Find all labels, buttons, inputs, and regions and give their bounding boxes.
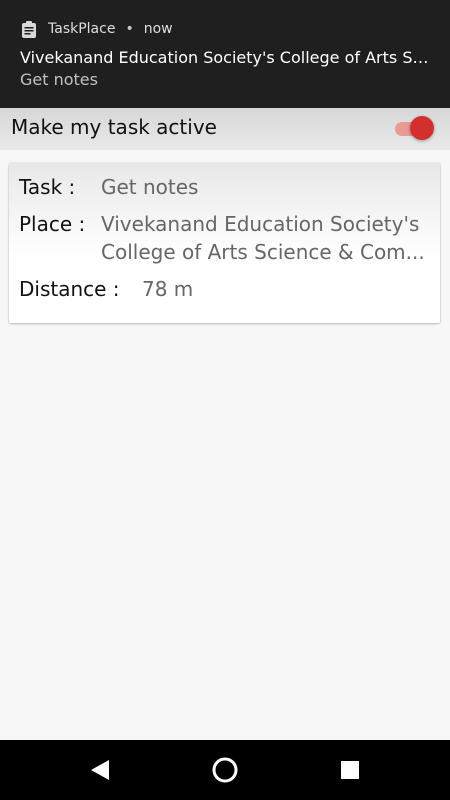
task-card[interactable]: Task : Get notes Place : Vivekanand Educ… [9,163,440,323]
recents-button[interactable] [333,753,367,787]
clipboard-icon [20,20,38,38]
distance-value: 78 m [142,277,194,301]
notification[interactable]: TaskPlace • now Vivekanand Education Soc… [0,0,450,108]
notification-text: Get notes [20,70,98,89]
back-button[interactable] [83,753,117,787]
recents-icon [341,761,359,779]
task-value: Get notes [101,175,199,199]
notification-time: now [143,21,173,37]
place-value: Vivekanand Education Society's College o… [101,210,431,266]
home-icon [212,757,238,783]
task-active-switch[interactable] [394,114,436,142]
notification-title: Vivekanand Education Society's College o… [20,48,430,67]
back-icon [91,760,109,780]
system-navigation-bar [0,740,450,800]
app-screen: TaskPlace • now Vivekanand Education Soc… [0,0,450,800]
switch-thumb [410,116,434,140]
home-button[interactable] [208,753,242,787]
notification-header: TaskPlace • now [20,20,173,38]
task-active-label: Make my task active [11,115,217,139]
notification-app-name: TaskPlace [48,21,116,37]
distance-label: Distance : [19,277,120,301]
task-label: Task : [19,175,76,199]
place-line-1: Vivekanand Education Society's [101,212,420,236]
place-label: Place : [19,212,86,236]
task-active-row: Make my task active [0,108,450,150]
place-line-2: College of Arts Science & Com... [101,240,425,264]
notification-separator: • [125,21,134,37]
